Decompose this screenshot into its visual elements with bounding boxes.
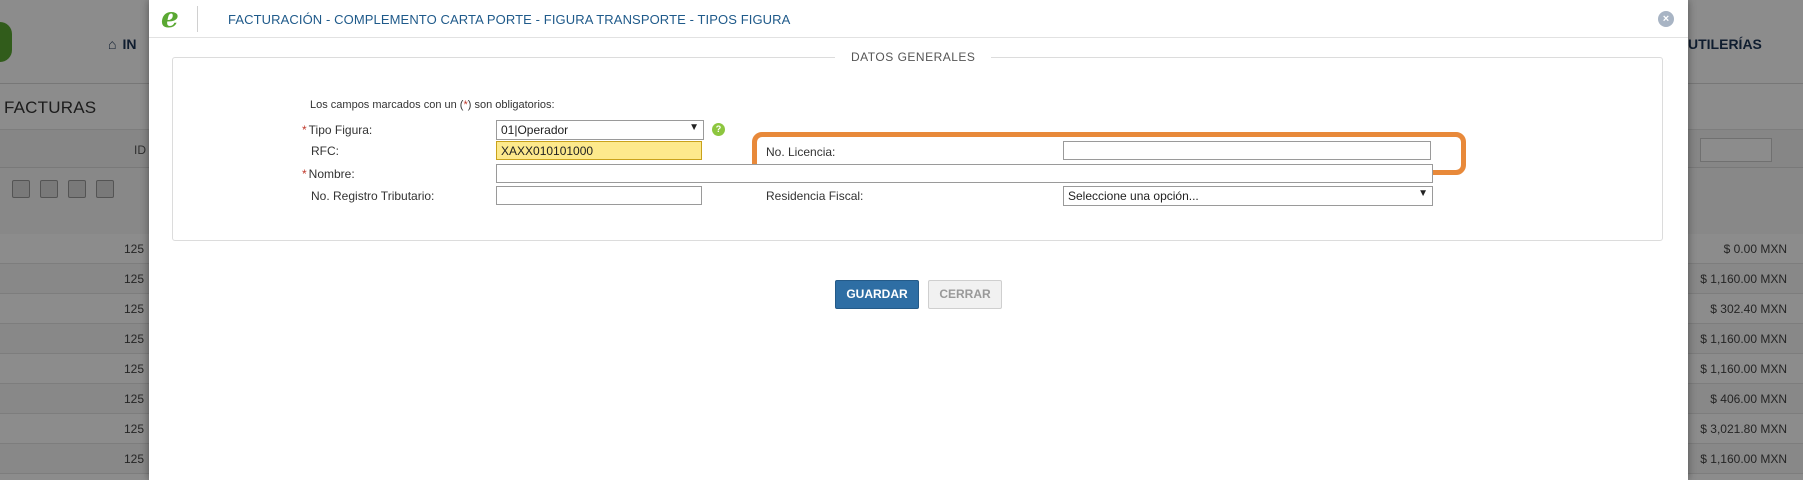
guardar-button[interactable]: GUARDAR <box>835 280 919 309</box>
brand-logo-icon: e <box>161 1 179 34</box>
dialog-header: e FACTURACIÓN - COMPLEMENTO CARTA PORTE … <box>149 0 1688 38</box>
residencia-fiscal-label: Residencia Fiscal: <box>766 189 864 203</box>
help-icon[interactable]: ? <box>712 123 725 136</box>
no-registro-input[interactable] <box>496 186 702 205</box>
figura-transporte-dialog: e FACTURACIÓN - COMPLEMENTO CARTA PORTE … <box>149 0 1688 480</box>
required-note: Los campos marcados con un (*) son oblig… <box>310 99 555 111</box>
nombre-label: * Nombre: <box>302 167 355 181</box>
nombre-input[interactable] <box>496 164 1433 183</box>
dialog-title: FACTURACIÓN - COMPLEMENTO CARTA PORTE - … <box>228 12 791 27</box>
cerrar-button[interactable]: CERRAR <box>928 280 1002 309</box>
rfc-label: RFC: <box>311 144 339 158</box>
header-divider <box>197 6 198 32</box>
chevron-down-icon: ▼ <box>1418 188 1428 199</box>
residencia-fiscal-select[interactable]: Seleccione una opción... ▼ <box>1063 186 1433 206</box>
rfc-input[interactable] <box>496 141 702 160</box>
no-registro-label: No. Registro Tributario: <box>311 189 435 203</box>
fieldset-legend: DATOS GENERALES <box>835 50 992 64</box>
close-icon[interactable]: × <box>1658 11 1674 27</box>
chevron-down-icon: ▼ <box>689 122 699 133</box>
tipo-figura-select[interactable]: 01|Operador ▼ <box>496 120 704 140</box>
tipo-figura-label: * Tipo Figura: <box>302 123 373 137</box>
